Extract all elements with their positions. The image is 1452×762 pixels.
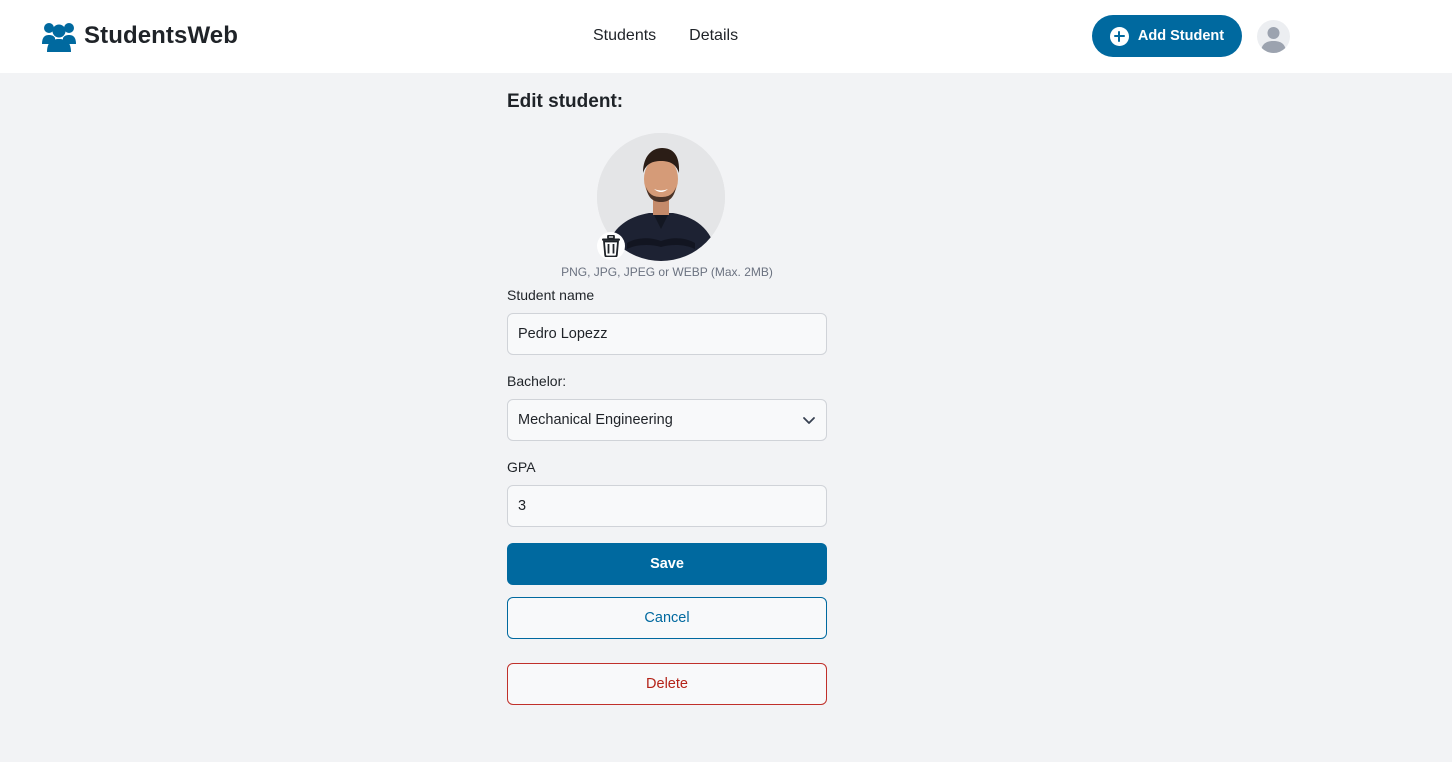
delete-button[interactable]: Delete [507,663,827,705]
chevron-down-icon [803,417,815,424]
photo-format-hint: PNG, JPG, JPEG or WEBP (Max. 2MB) [561,265,773,279]
cancel-button[interactable]: Cancel [507,597,827,639]
save-button[interactable]: Save [507,543,827,585]
users-group-icon [42,23,76,52]
brand-logo[interactable]: StudentsWeb [42,18,238,54]
add-student-label: Add Student [1137,28,1225,44]
gpa-label: GPA [507,459,536,475]
student-name-input[interactable] [507,313,827,355]
student-name-label: Student name [507,287,595,303]
user-avatar-icon [1261,27,1286,53]
nav-link-details[interactable]: Details [689,25,738,47]
add-student-button[interactable]: Add Student [1092,15,1242,57]
brand-name: StudentsWeb [84,22,238,49]
bachelor-label: Bachelor: [507,373,567,389]
trash-icon [602,235,620,257]
main-nav: Students Details [593,25,738,47]
bachelor-selected-value: Mechanical Engineering [518,412,673,428]
bachelor-select[interactable]: Mechanical Engineering [507,399,827,441]
top-navbar: StudentsWeb Students Details Add Student [0,0,1452,73]
page-title: Edit student: [507,91,624,112]
gpa-input[interactable] [507,485,827,527]
delete-photo-button[interactable] [597,232,625,260]
plus-circle-icon [1109,26,1129,46]
user-avatar[interactable] [1257,20,1290,53]
nav-link-students[interactable]: Students [593,25,656,47]
